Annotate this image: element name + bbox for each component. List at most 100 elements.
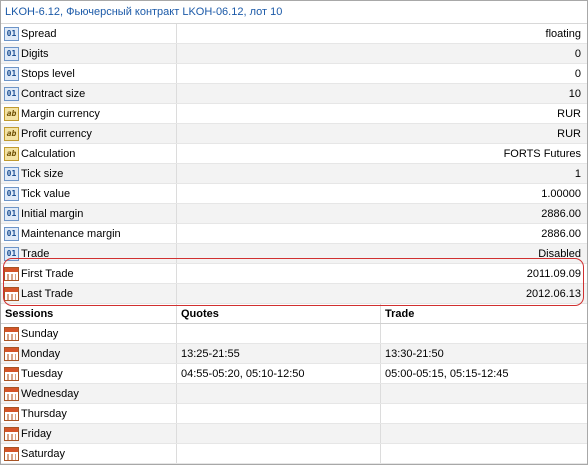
property-value: RUR xyxy=(557,127,581,140)
symbol-properties-window: LKOH-6.12, Фьючерсный контракт LKOH-06.1… xyxy=(0,0,588,465)
sessions-header: Sessions Quotes Trade xyxy=(1,304,587,324)
session-day: Friday xyxy=(21,427,52,440)
property-name-cell: 01 Maintenance margin xyxy=(1,224,177,243)
property-name-cell: 01 Contract size xyxy=(1,84,177,103)
property-name-cell: 01 Tick size xyxy=(1,164,177,183)
calendar-icon xyxy=(4,266,19,281)
property-name-cell: 01 Tick value xyxy=(1,184,177,203)
property-name: Trade xyxy=(21,247,50,260)
property-value: RUR xyxy=(557,107,581,120)
trade-column-header: Trade xyxy=(385,307,415,320)
numeric-icon: 01 xyxy=(4,66,19,81)
property-name-cell: ab Calculation xyxy=(1,144,177,163)
property-row[interactable]: ab Profit currency RUR xyxy=(1,124,587,144)
numeric-icon: 01 xyxy=(4,166,19,181)
session-day-cell: Friday xyxy=(1,424,177,443)
property-name: Stops level xyxy=(21,67,75,80)
property-value: FORTS Futures xyxy=(503,147,581,160)
property-value: 2886.00 xyxy=(541,227,581,240)
property-name: First Trade xyxy=(21,267,74,280)
session-day: Saturday xyxy=(21,447,66,460)
property-row[interactable]: 01 Digits 0 xyxy=(1,44,587,64)
window-title: LKOH-6.12, Фьючерсный контракт LKOH-06.1… xyxy=(1,1,587,24)
session-row[interactable]: Saturday xyxy=(1,444,587,464)
property-value: 0 xyxy=(574,67,581,80)
session-day: Monday xyxy=(21,347,61,360)
property-name: Initial margin xyxy=(21,207,84,220)
property-name-cell: Last Trade xyxy=(1,284,177,303)
session-day: Wednesday xyxy=(21,387,79,400)
property-name: Contract size xyxy=(21,87,86,100)
numeric-icon: 01 xyxy=(4,46,19,61)
property-value: 1.00000 xyxy=(541,187,581,200)
session-trade xyxy=(381,384,587,403)
property-row[interactable]: First Trade 2011.09.09 xyxy=(1,264,587,284)
property-name: Margin currency xyxy=(21,107,100,120)
session-quotes: 13:25-21:55 xyxy=(177,344,381,363)
session-row[interactable]: Wednesday xyxy=(1,384,587,404)
property-name: Tick value xyxy=(21,187,71,200)
session-row[interactable]: Sunday xyxy=(1,324,587,344)
session-quotes xyxy=(177,444,381,463)
property-row[interactable]: Last Trade 2012.06.13 xyxy=(1,284,587,304)
session-day: Tuesday xyxy=(21,367,63,380)
session-day-cell: Saturday xyxy=(1,444,177,463)
property-name: Spread xyxy=(21,27,57,40)
session-trade: 05:00-05:15, 05:15-12:45 xyxy=(385,367,509,380)
property-name-cell: First Trade xyxy=(1,264,177,283)
session-trade xyxy=(381,324,587,343)
property-value: 2011.09.09 xyxy=(526,267,581,280)
session-trade xyxy=(381,444,587,463)
calendar-icon xyxy=(4,346,19,361)
session-quotes xyxy=(177,324,381,343)
property-name-cell: 01 Trade xyxy=(1,244,177,263)
property-name-cell: 01 Initial margin xyxy=(1,204,177,223)
session-day-cell: Monday xyxy=(1,344,177,363)
session-trade xyxy=(381,404,587,423)
property-value: floating xyxy=(545,27,581,40)
numeric-icon: 01 xyxy=(4,86,19,101)
numeric-icon: 01 xyxy=(4,206,19,221)
property-row[interactable]: 01 Initial margin 2886.00 xyxy=(1,204,587,224)
numeric-icon: 01 xyxy=(4,186,19,201)
property-name-cell: ab Profit currency xyxy=(1,124,177,143)
property-name: Tick size xyxy=(21,167,64,180)
property-name: Profit currency xyxy=(21,127,92,140)
session-day-cell: Sunday xyxy=(1,324,177,343)
property-row[interactable]: ab Calculation FORTS Futures xyxy=(1,144,587,164)
property-row[interactable]: 01 Spread floating xyxy=(1,24,587,44)
property-name: Digits xyxy=(21,47,49,60)
session-trade xyxy=(381,424,587,443)
calendar-icon xyxy=(4,406,19,421)
property-value: 2886.00 xyxy=(541,207,581,220)
session-row[interactable]: Thursday xyxy=(1,404,587,424)
property-row[interactable]: 01 Tick size 1 xyxy=(1,164,587,184)
property-name: Last Trade xyxy=(21,287,73,300)
session-row[interactable]: Monday 13:25-21:55 13:30-21:50 xyxy=(1,344,587,364)
session-quotes: 04:55-05:20, 05:10-12:50 xyxy=(177,364,381,383)
session-quotes xyxy=(177,384,381,403)
session-quotes xyxy=(177,404,381,423)
property-name-cell: 01 Digits xyxy=(1,44,177,63)
property-row[interactable]: 01 Maintenance margin 2886.00 xyxy=(1,224,587,244)
sessions-table: Sunday Monday 13:25-21:55 13:30-21:50 Tuesda… xyxy=(1,324,587,464)
property-row[interactable]: 01 Contract size 10 xyxy=(1,84,587,104)
property-row[interactable]: 01 Tick value 1.00000 xyxy=(1,184,587,204)
quotes-column-header: Quotes xyxy=(177,304,381,323)
session-day-cell: Thursday xyxy=(1,404,177,423)
property-row[interactable]: 01 Trade Disabled xyxy=(1,244,587,264)
property-value: 2012.06.13 xyxy=(525,287,581,300)
property-value: 10 xyxy=(568,87,581,100)
session-row[interactable]: Friday xyxy=(1,424,587,444)
property-row[interactable]: 01 Stops level 0 xyxy=(1,64,587,84)
session-row[interactable]: Tuesday 04:55-05:20, 05:10-12:50 05:00-05:… xyxy=(1,364,587,384)
property-name-cell: 01 Spread xyxy=(1,24,177,43)
calendar-icon xyxy=(4,366,19,381)
session-day-cell: Tuesday xyxy=(1,364,177,383)
property-name: Calculation xyxy=(21,147,76,160)
property-name-cell: ab Margin currency xyxy=(1,104,177,123)
numeric-icon: 01 xyxy=(4,26,19,41)
property-row[interactable]: ab Margin currency RUR xyxy=(1,104,587,124)
property-value: 0 xyxy=(574,47,581,60)
calendar-icon xyxy=(4,326,19,341)
